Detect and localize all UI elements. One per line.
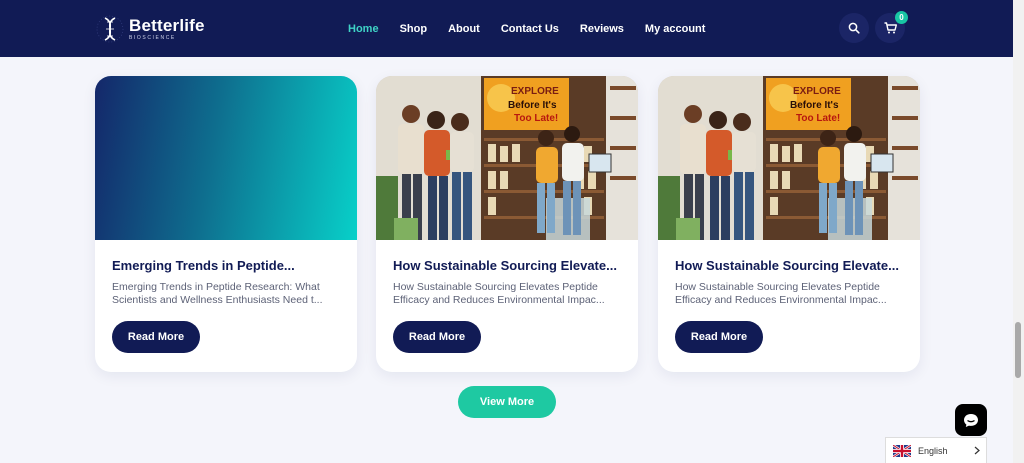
card-excerpt-line: Scientists and Wellness Enthusiasts Need… [112,294,323,306]
search-icon [848,22,860,34]
sign-text: Too Late! [514,113,558,124]
nav-my-account[interactable]: My account [645,23,706,35]
card-image-gradient[interactable] [95,76,357,240]
site-header: Betterlife BIOSCIENCE Home Shop About Co… [0,0,1013,57]
page-scrollbar[interactable] [1013,0,1024,463]
card-excerpt-line: Efficacy and Reduces Environmental Impac… [393,294,605,306]
card-image-store-scene[interactable]: EXPLORE Before It's Too Late! [376,76,638,240]
brand-subtitle: BIOSCIENCE [129,35,176,41]
search-button[interactable] [839,13,869,43]
nav-home[interactable]: Home [348,23,379,35]
card-excerpt-line: How Sustainable Sourcing Elevates Peptid… [675,281,880,293]
nav-about[interactable]: About [448,23,480,35]
brand-logo[interactable]: Betterlife BIOSCIENCE [95,14,205,44]
brand-name: Betterlife [129,16,205,35]
nav-contact-us[interactable]: Contact Us [501,23,559,35]
card-title[interactable]: How Sustainable Sourcing Elevate... [393,258,623,273]
card-excerpt: Emerging Trends in Peptide Research: Wha… [112,281,342,307]
cart-icon [884,22,897,34]
card-title[interactable]: Emerging Trends in Peptide... [112,258,342,273]
scrollbar-thumb[interactable] [1015,322,1021,378]
sign-text: Too Late! [796,113,840,124]
blog-card[interactable]: EXPLORE Before It's Too Late! How Sustai… [658,76,920,372]
store-scene-illustration: EXPLORE Before It's Too Late! [658,76,920,240]
sign-text: EXPLORE [793,86,841,97]
dna-logo-icon [96,15,124,43]
read-more-button[interactable]: Read More [393,321,481,353]
read-more-button[interactable]: Read More [675,321,763,353]
card-excerpt-line: Efficacy and Reduces Environmental Impac… [675,294,887,306]
card-image-store-scene[interactable]: EXPLORE Before It's Too Late! [658,76,920,240]
card-excerpt: How Sustainable Sourcing Elevates Peptid… [393,281,623,307]
chat-bubble-icon [964,413,978,427]
sign-text: EXPLORE [511,86,559,97]
nav-shop[interactable]: Shop [400,23,428,35]
nav-reviews[interactable]: Reviews [580,23,624,35]
main-nav: Home Shop About Contact Us Reviews My ac… [348,0,726,57]
chevron-right-icon [974,446,980,455]
sign-text: Before It's [790,100,839,111]
view-more-button[interactable]: View More [458,386,556,418]
store-scene-illustration: EXPLORE Before It's Too Late! [376,76,638,240]
sign-text: Before It's [508,100,557,111]
card-excerpt-line: How Sustainable Sourcing Elevates Peptid… [393,281,598,293]
cart-count-badge: 0 [895,11,908,24]
card-title[interactable]: How Sustainable Sourcing Elevate... [675,258,905,273]
language-selector[interactable]: English [885,437,987,463]
card-excerpt-line: Emerging Trends in Peptide Research: Wha… [112,281,320,293]
read-more-button[interactable]: Read More [112,321,200,353]
language-label: English [918,445,948,456]
blog-card[interactable]: EXPLORE Before It's Too Late! How Sustai… [376,76,638,372]
card-excerpt: How Sustainable Sourcing Elevates Peptid… [675,281,905,307]
uk-flag-icon [893,444,911,457]
blog-card[interactable]: Emerging Trends in Peptide... Emerging T… [95,76,357,372]
chat-widget-button[interactable] [955,404,987,436]
